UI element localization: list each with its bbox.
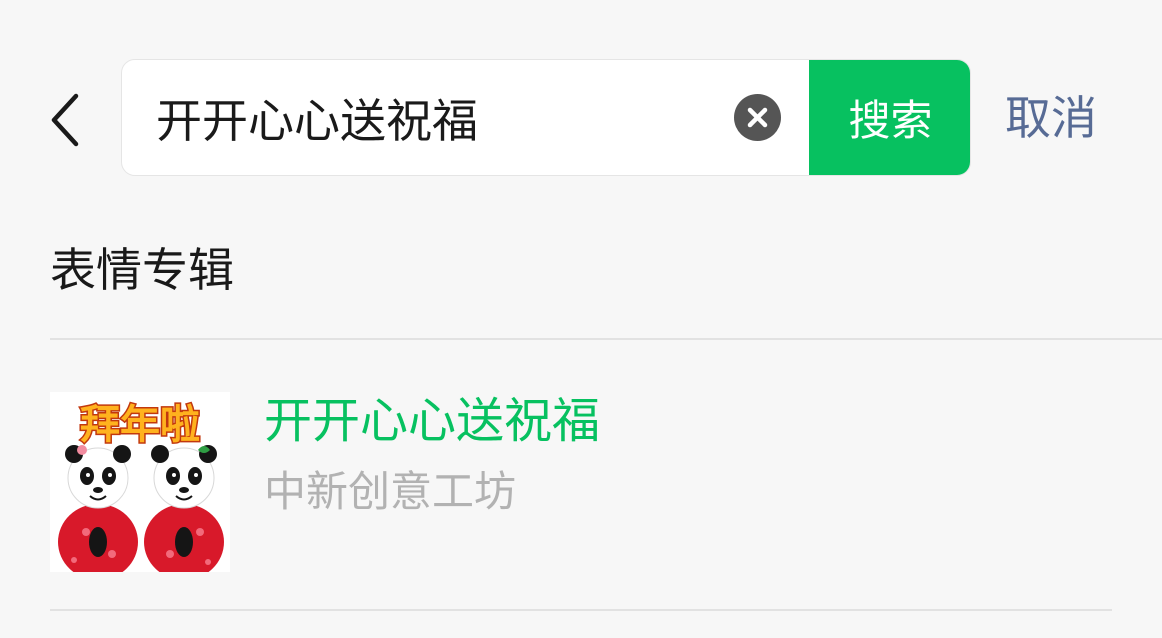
sticker-album-title: 开开心心送祝福 [264,393,601,449]
search-input[interactable] [156,60,716,175]
chevron-left-icon [51,93,79,147]
search-button[interactable]: 搜索 [809,60,970,175]
cancel-button[interactable]: 取消 [1005,88,1097,148]
panda-illustration-right [144,445,224,572]
divider [50,609,1112,611]
section-title: 表情专辑 [50,243,234,297]
back-button[interactable] [44,92,92,148]
clear-circle-icon [747,107,768,128]
divider [50,338,1162,340]
search-bar: 搜索 [121,59,971,176]
cover-banner-text: 拜年啦 [80,402,200,448]
sticker-album-author: 中新创意工坊 [264,467,517,516]
panda-illustration-left [58,445,138,572]
sticker-album-cover: 拜年啦 [50,392,230,572]
clear-search-button[interactable] [734,94,781,141]
sticker-album-result[interactable]: 拜年啦 开开心心送祝福 中新创意工坊 [50,372,1110,582]
